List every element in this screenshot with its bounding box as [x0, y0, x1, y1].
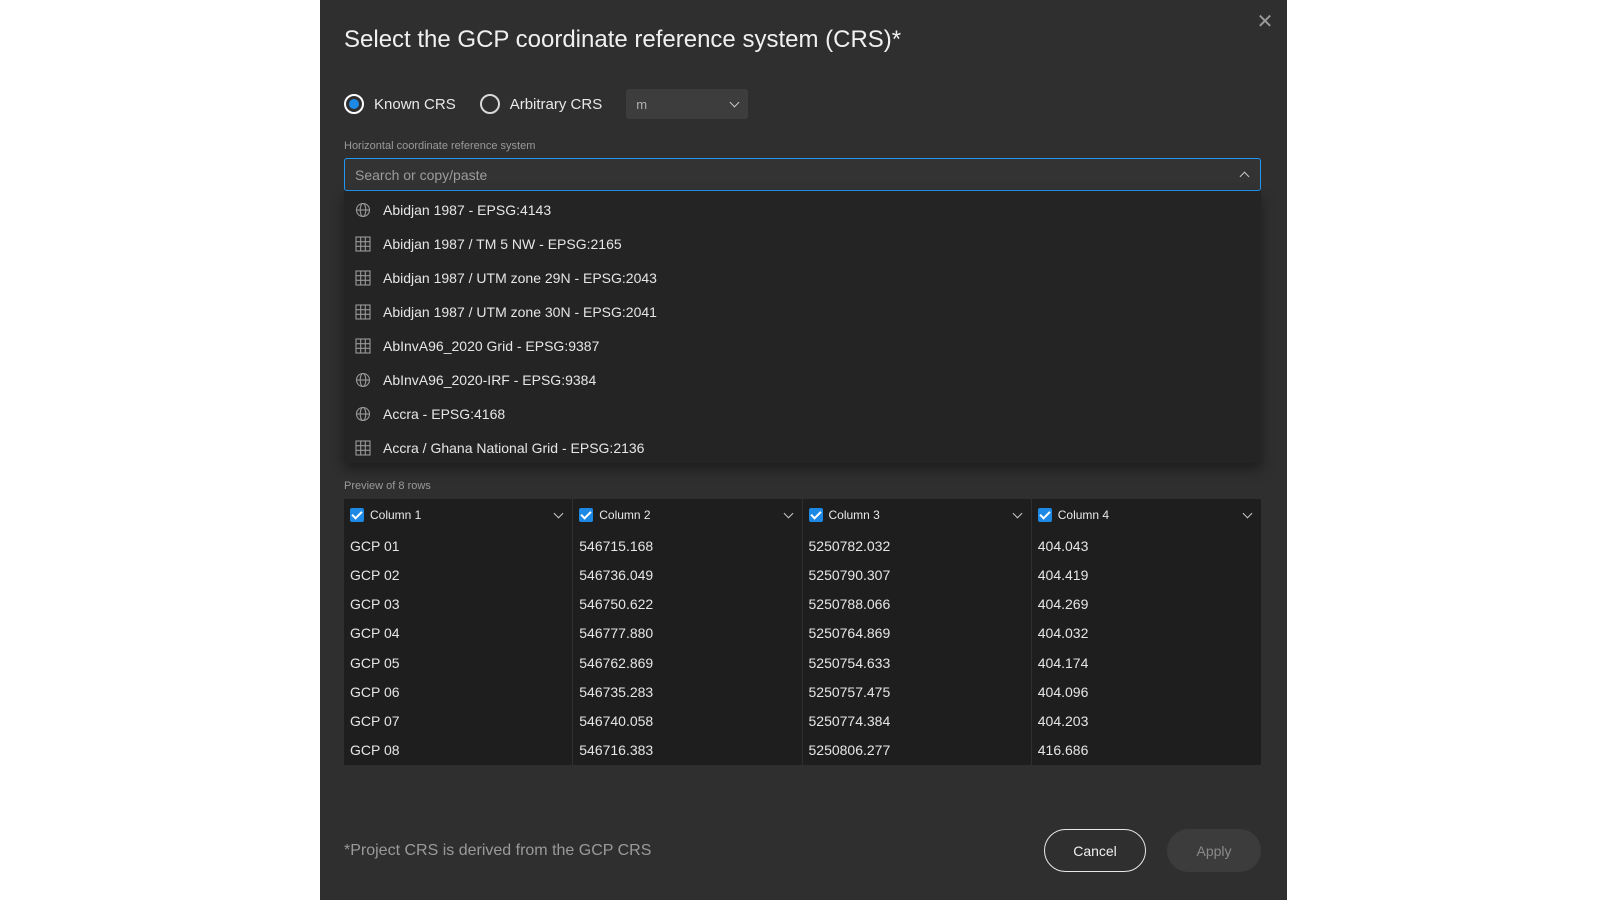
preview-label: Preview of 8 rows	[344, 480, 431, 492]
crs-option[interactable]: Accra / Ghana National Grid - EPSG:2136	[344, 431, 1261, 465]
globe-icon	[354, 371, 372, 389]
crs-option[interactable]: Abidjan 1987 - EPSG:4143	[344, 193, 1261, 227]
known-crs-label: Known CRS	[374, 95, 456, 113]
table-cell: 404.174	[1037, 654, 1089, 671]
known-crs-radio[interactable]	[344, 94, 364, 114]
globe-icon	[354, 405, 372, 423]
crs-option[interactable]: Abidjan 1987 / UTM zone 30N - EPSG:2041	[344, 295, 1261, 329]
table-column: Column 3 5250782.032 5250790.307 5250788…	[803, 499, 1032, 765]
table-cell: 5250764.869	[808, 625, 891, 642]
table-cell: 546716.383	[579, 742, 654, 759]
chevron-down-icon	[729, 97, 740, 107]
globe-icon	[354, 201, 372, 219]
column-header-label: Column 3	[828, 508, 880, 522]
table-cell: GCP 08	[350, 742, 400, 759]
table-cell: GCP 01	[350, 537, 400, 554]
crs-option[interactable]: Accra - EPSG:4168	[344, 397, 1261, 431]
table-cell: 546736.049	[579, 566, 654, 583]
grid-icon	[354, 303, 372, 321]
column-checkbox[interactable]	[808, 508, 823, 522]
table-cell: 546740.058	[579, 713, 654, 730]
table-column: Column 4 404.043 404.419 404.269 404.032…	[1032, 499, 1261, 765]
chevron-down-icon[interactable]	[783, 508, 793, 518]
project-crs-note: *Project CRS is derived from the GCP CRS	[344, 842, 652, 859]
grid-icon	[354, 269, 372, 287]
table-cell: 404.043	[1037, 537, 1089, 554]
unit-select[interactable]: m	[626, 89, 749, 119]
grid-icon	[354, 337, 372, 355]
table-cell: 546777.880	[579, 625, 654, 642]
column-header-label: Column 4	[1057, 508, 1110, 522]
crs-dropdown-list: Abidjan 1987 - EPSG:4143 Abidjan 1987 / …	[344, 191, 1261, 463]
crs-option-label: Abidjan 1987 / UTM zone 30N - EPSG:2041	[383, 304, 657, 320]
arbitrary-crs-option[interactable]: Arbitrary CRS	[479, 94, 603, 114]
table-cell: 404.203	[1037, 713, 1089, 730]
column-header[interactable]: Column 4	[1032, 499, 1261, 531]
crs-option-label: Abidjan 1987 - EPSG:4143	[383, 202, 552, 218]
column-checkbox[interactable]	[1037, 508, 1052, 522]
table-cell: 404.032	[1037, 625, 1089, 642]
crs-option-label: Accra / Ghana National Grid - EPSG:2136	[383, 440, 645, 456]
chevron-down-icon[interactable]	[553, 508, 564, 518]
crs-option-label: Abidjan 1987 / TM 5 NW - EPSG:2165	[383, 236, 622, 252]
table-cell: GCP 02	[350, 566, 400, 583]
crs-option[interactable]: AbInvA96_2020-IRF - EPSG:9384	[344, 363, 1261, 397]
table-cell: 5250790.307	[808, 566, 891, 583]
table-cell: 416.686	[1037, 742, 1089, 759]
table-cell: 5250782.032	[808, 537, 891, 554]
column-checkbox[interactable]	[350, 508, 364, 522]
table-cell: 546735.283	[579, 683, 654, 700]
table-cell: 5250806.277	[808, 742, 891, 759]
grid-icon	[354, 439, 372, 457]
column-header[interactable]: Column 3	[803, 499, 1031, 531]
known-crs-option[interactable]: Known CRS	[344, 94, 456, 114]
grid-icon	[354, 235, 372, 253]
crs-search-input[interactable]	[355, 166, 1215, 183]
cancel-button[interactable]: Cancel	[1044, 829, 1146, 872]
apply-button[interactable]: Apply	[1167, 829, 1261, 872]
table-cell: 404.096	[1037, 683, 1089, 700]
horizontal-crs-search[interactable]	[344, 158, 1261, 191]
table-cell: 546750.622	[579, 596, 654, 613]
preview-table: Column 1 GCP 01 GCP 02 GCP 03 GCP 04 GCP…	[344, 499, 1261, 765]
table-cell: GCP 03	[350, 596, 400, 613]
crs-dialog: ✕ Select the GCP coordinate reference sy…	[320, 0, 1287, 900]
table-cell: 5250757.475	[808, 683, 891, 700]
table-cell: GCP 07	[350, 713, 400, 730]
column-checkbox[interactable]	[579, 508, 594, 522]
close-icon[interactable]: ✕	[1253, 10, 1277, 34]
table-cell: GCP 05	[350, 654, 400, 671]
crs-option[interactable]: AbInvA96_2020 Grid - EPSG:9387	[344, 329, 1261, 363]
crs-option-label: AbInvA96_2020-IRF - EPSG:9384	[383, 372, 597, 388]
chevron-down-icon[interactable]	[1012, 508, 1023, 518]
column-header-label: Column 1	[370, 508, 422, 522]
table-cell: 404.419	[1037, 566, 1089, 583]
table-column: Column 2 546715.168 546736.049 546750.62…	[573, 499, 803, 765]
column-header[interactable]: Column 1	[344, 499, 572, 531]
crs-option[interactable]: Abidjan 1987 / UTM zone 29N - EPSG:2043	[344, 261, 1261, 295]
table-cell: GCP 06	[350, 683, 400, 700]
column-header-label: Column 2	[599, 508, 651, 522]
crs-option[interactable]: Abidjan 1987 / TM 5 NW - EPSG:2165	[344, 227, 1261, 261]
unit-value: m	[636, 96, 648, 112]
crs-option-label: Abidjan 1987 / UTM zone 29N - EPSG:2043	[383, 270, 657, 286]
crs-option-label: Accra - EPSG:4168	[383, 406, 506, 422]
table-cell: 5250788.066	[808, 596, 891, 613]
column-header[interactable]: Column 2	[573, 499, 801, 531]
crs-option-label: AbInvA96_2020 Grid - EPSG:9387	[383, 338, 600, 354]
table-cell: GCP 04	[350, 625, 400, 642]
dialog-title: Select the GCP coordinate reference syst…	[344, 26, 902, 53]
chevron-up-icon[interactable]	[1239, 171, 1250, 182]
table-cell: 5250754.633	[808, 654, 891, 671]
table-cell: 546715.168	[579, 537, 654, 554]
crs-mode-row: Known CRS Arbitrary CRS m	[344, 89, 749, 119]
table-cell: 546762.869	[579, 654, 654, 671]
table-cell: 404.269	[1037, 596, 1089, 613]
horizontal-crs-label: Horizontal coordinate reference system	[344, 140, 536, 152]
arbitrary-crs-radio[interactable]	[479, 94, 500, 114]
table-cell: 5250774.384	[808, 713, 891, 730]
chevron-down-icon[interactable]	[1242, 508, 1253, 518]
arbitrary-crs-label: Arbitrary CRS	[509, 95, 603, 113]
table-column: Column 1 GCP 01 GCP 02 GCP 03 GCP 04 GCP…	[344, 499, 574, 765]
